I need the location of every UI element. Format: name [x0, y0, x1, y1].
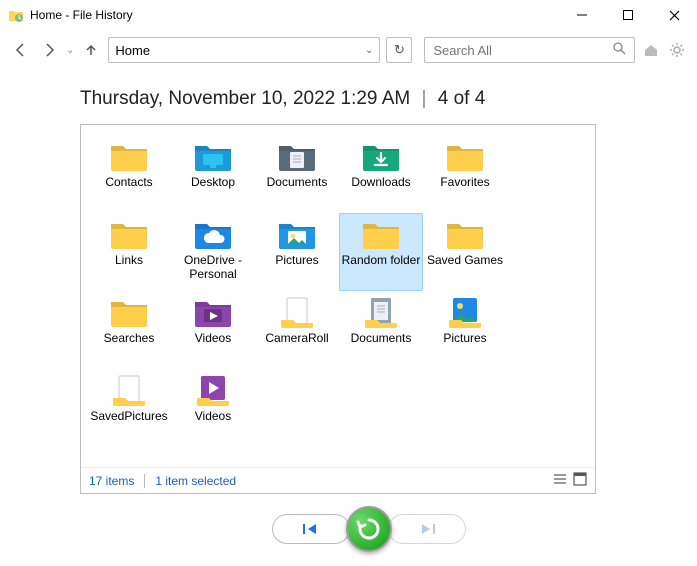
minimize-button[interactable]	[559, 0, 605, 30]
folder-item[interactable]: Pictures	[255, 213, 339, 291]
folder-item[interactable]: CameraRoll	[255, 291, 339, 369]
folder-item[interactable]: Downloads	[339, 135, 423, 213]
forward-button[interactable]	[38, 39, 60, 61]
folder-label: Links	[89, 254, 169, 268]
folder-item[interactable]: Random folder	[339, 213, 423, 291]
title-bar: Home - File History	[0, 0, 697, 30]
folder-label: Favorites	[425, 176, 505, 190]
folder-label: Documents	[341, 332, 421, 346]
folder-label: Videos	[173, 332, 253, 346]
search-box[interactable]	[424, 37, 635, 63]
folder-item[interactable]: SavedPictures	[87, 369, 171, 447]
refresh-button[interactable]: ↻	[386, 37, 412, 63]
folder-icon	[107, 138, 151, 174]
folder-icon	[443, 138, 487, 174]
folder-item[interactable]: OneDrive - Personal	[171, 213, 255, 291]
folder-label: Downloads	[341, 176, 421, 190]
folder-icon	[275, 294, 319, 330]
items-grid: Contacts Desktop Documents Downloads Favorit…	[81, 125, 595, 467]
folder-icon	[359, 294, 403, 330]
folder-icon	[359, 216, 403, 252]
address-text: Home	[115, 43, 150, 58]
toolbar: ⌄ Home ⌄ ↻	[0, 32, 697, 68]
folder-icon	[443, 216, 487, 252]
header-separator: |	[416, 88, 433, 109]
playback-controls	[80, 506, 657, 552]
folder-icon	[107, 294, 151, 330]
folder-icon	[191, 372, 235, 408]
folder-label: Videos	[173, 410, 253, 424]
folder-icon	[275, 216, 319, 252]
folder-label: Saved Games	[425, 254, 505, 268]
history-header: Thursday, November 10, 2022 1:29 AM | 4 …	[80, 88, 657, 110]
status-selected: 1 item selected	[155, 474, 236, 488]
folder-item[interactable]: Videos	[171, 369, 255, 447]
up-button[interactable]	[80, 39, 102, 61]
folder-item[interactable]: Desktop	[171, 135, 255, 213]
folder-label: Pictures	[425, 332, 505, 346]
folder-icon	[275, 138, 319, 174]
search-input[interactable]	[433, 43, 612, 58]
status-bar: 17 items 1 item selected	[81, 467, 595, 493]
folder-label: SavedPictures	[89, 410, 169, 424]
status-divider	[144, 474, 145, 488]
folder-label: Documents	[257, 176, 337, 190]
home-icon[interactable]	[641, 40, 661, 60]
close-button[interactable]	[651, 0, 697, 30]
folder-icon	[443, 294, 487, 330]
gear-icon[interactable]	[667, 40, 687, 60]
folder-item[interactable]: Videos	[171, 291, 255, 369]
folder-icon	[191, 216, 235, 252]
folder-icon	[107, 216, 151, 252]
folder-label: OneDrive - Personal	[173, 254, 253, 282]
folder-icon	[191, 294, 235, 330]
folder-icon	[107, 372, 151, 408]
folder-label: Random folder	[341, 254, 421, 268]
items-pane: Contacts Desktop Documents Downloads Favorit…	[80, 124, 596, 494]
folder-item[interactable]: Documents	[339, 291, 423, 369]
history-position: 4 of 4	[438, 88, 486, 109]
large-icons-view-icon[interactable]	[573, 472, 587, 489]
folder-item[interactable]: Links	[87, 213, 171, 291]
restore-button[interactable]	[346, 506, 392, 552]
address-dropdown-icon[interactable]: ⌄	[365, 45, 373, 56]
folder-icon	[191, 138, 235, 174]
window-controls	[559, 0, 697, 30]
folder-icon	[359, 138, 403, 174]
search-icon[interactable]	[612, 41, 626, 60]
folder-item[interactable]: Searches	[87, 291, 171, 369]
folder-label: Pictures	[257, 254, 337, 268]
back-button[interactable]	[10, 39, 32, 61]
details-view-icon[interactable]	[553, 472, 567, 489]
folder-item[interactable]: Favorites	[423, 135, 507, 213]
next-version-button[interactable]	[388, 514, 466, 544]
history-datetime: Thursday, November 10, 2022 1:29 AM	[80, 88, 410, 109]
folder-item[interactable]: Pictures	[423, 291, 507, 369]
maximize-button[interactable]	[605, 0, 651, 30]
app-icon	[8, 7, 24, 23]
status-count: 17 items	[89, 474, 134, 488]
folder-item[interactable]: Contacts	[87, 135, 171, 213]
folder-label: Searches	[89, 332, 169, 346]
address-bar[interactable]: Home ⌄	[108, 37, 380, 63]
folder-label: Desktop	[173, 176, 253, 190]
window-title: Home - File History	[30, 8, 133, 22]
folder-item[interactable]: Saved Games	[423, 213, 507, 291]
folder-label: Contacts	[89, 176, 169, 190]
folder-item[interactable]: Documents	[255, 135, 339, 213]
folder-label: CameraRoll	[257, 332, 337, 346]
previous-version-button[interactable]	[272, 514, 350, 544]
recent-locations-button[interactable]: ⌄	[66, 45, 74, 56]
